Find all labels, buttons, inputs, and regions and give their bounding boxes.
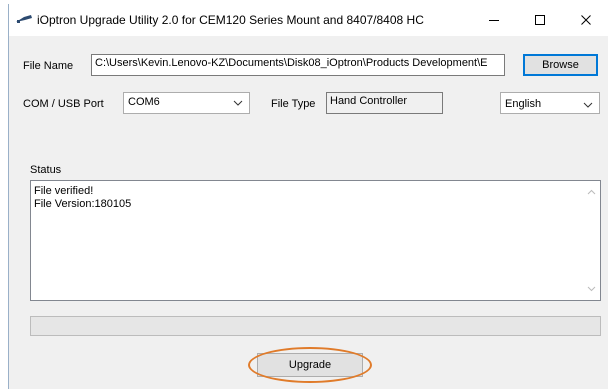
file-path-field[interactable]: C:\Users\Kevin.Lenovo-KZ\Documents\Disk0… bbox=[91, 54, 505, 76]
chevron-down-icon bbox=[233, 100, 243, 106]
window-title: iOptron Upgrade Utility 2.0 for CEM120 S… bbox=[37, 13, 424, 27]
telescope-icon bbox=[15, 14, 33, 27]
status-line: File verified! bbox=[34, 185, 94, 197]
vertical-scrollbar[interactable] bbox=[583, 181, 600, 300]
title-bar[interactable]: iOptron Upgrade Utility 2.0 for CEM120 S… bbox=[9, 4, 608, 36]
com-port-dropdown[interactable]: COM6 bbox=[123, 92, 250, 114]
status-label: Status bbox=[30, 164, 62, 176]
language-value: English bbox=[505, 98, 542, 110]
com-port-value: COM6 bbox=[128, 96, 160, 108]
upgrade-progress-bar bbox=[30, 316, 601, 336]
file-name-label: File Name bbox=[23, 60, 74, 72]
minimize-icon bbox=[489, 20, 499, 21]
close-icon bbox=[581, 15, 591, 25]
app-window: iOptron Upgrade Utility 2.0 for CEM120 S… bbox=[8, 4, 608, 389]
scroll-down-icon bbox=[587, 286, 596, 292]
maximize-icon bbox=[535, 15, 545, 25]
status-textbox[interactable]: File verified! File Version:180105 bbox=[30, 180, 601, 301]
browse-button[interactable]: Browse bbox=[523, 54, 598, 76]
chevron-down-icon bbox=[583, 102, 593, 108]
language-dropdown[interactable]: English bbox=[500, 92, 600, 114]
maximize-button[interactable] bbox=[517, 4, 563, 36]
scroll-up-icon bbox=[587, 189, 596, 195]
file-type-label: File Type bbox=[271, 98, 316, 110]
status-line: File Version:180105 bbox=[34, 198, 132, 210]
upgrade-button[interactable]: Upgrade bbox=[257, 353, 363, 377]
close-button[interactable] bbox=[563, 4, 608, 36]
file-type-field: Hand Controller bbox=[326, 92, 443, 114]
com-usb-port-label: COM / USB Port bbox=[23, 98, 104, 110]
minimize-button[interactable] bbox=[471, 4, 517, 36]
